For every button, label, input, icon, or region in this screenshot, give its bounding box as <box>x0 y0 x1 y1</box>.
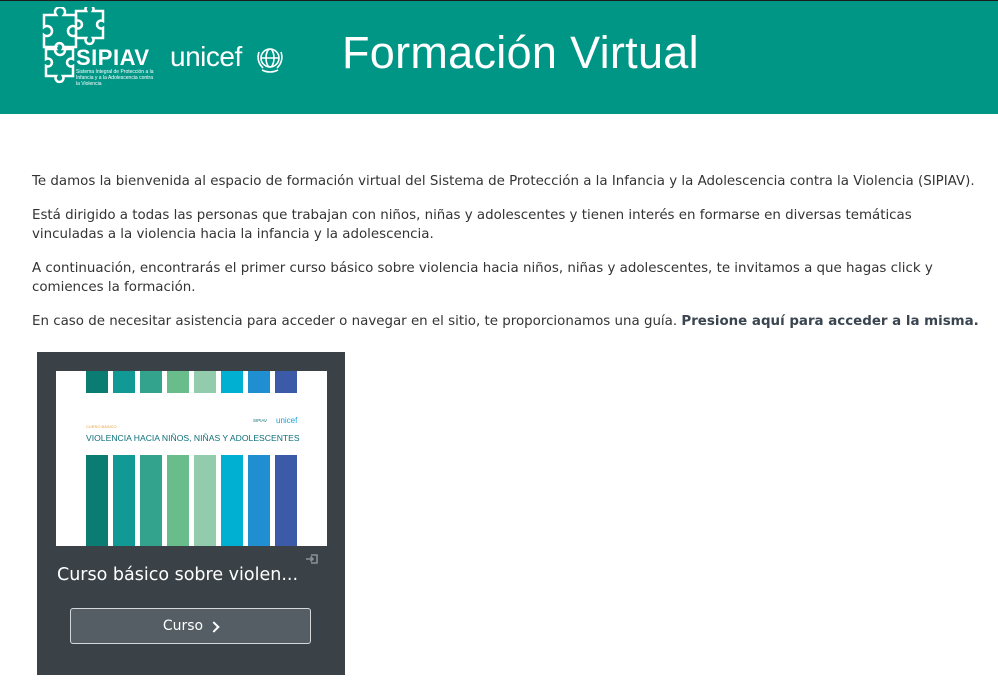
course-title[interactable]: Curso básico sobre violen... <box>57 565 298 585</box>
stripes-top <box>86 371 297 393</box>
chevron-right-icon <box>208 620 220 633</box>
enter-icon[interactable] <box>305 552 319 566</box>
intro-paragraph: Te damos la bienvenida al espacio de for… <box>32 174 975 189</box>
intro-paragraph-help: En caso de necesitar asistencia para acc… <box>32 312 984 331</box>
course-button[interactable]: Curso <box>70 608 311 644</box>
help-text: En caso de necesitar asistencia para acc… <box>32 314 678 329</box>
course-cover-graphic: CURSO BÁSICO VIOLENCIA HACIA NIÑOS, NIÑA… <box>86 371 300 546</box>
cover-stripe-bottom <box>167 455 189 546</box>
unicef-globe-icon <box>257 48 283 73</box>
cover-stripe-top <box>275 371 297 393</box>
partner-name: unicef <box>170 41 242 72</box>
cover-stripe-bottom <box>86 455 108 546</box>
course-image[interactable]: CURSO BÁSICO VIOLENCIA HACIA NIÑOS, NIÑA… <box>56 371 327 546</box>
cover-kicker: CURSO BÁSICO <box>86 424 117 429</box>
intro-text: Te damos la bienvenida al espacio de for… <box>32 172 984 346</box>
brand-subtitle: Sistema Integral de Protección a la Infa… <box>76 69 154 87</box>
cover-logo-unicef: unicef <box>276 416 298 425</box>
cover-stripe-top <box>113 371 135 393</box>
cover-stripe-top <box>221 371 243 393</box>
guide-link[interactable]: Presione aquí para acceder a la misma. <box>681 314 978 329</box>
cover-stripe-bottom <box>221 455 243 546</box>
cover-stripe-bottom <box>275 455 297 546</box>
cover-stripe-bottom <box>194 455 216 546</box>
cover-stripe-top <box>86 371 108 393</box>
cover-stripe-top <box>140 371 162 393</box>
cover-headline: VIOLENCIA HACIA NIÑOS, NIÑAS Y ADOLESCEN… <box>86 433 300 443</box>
cover-stripe-top <box>167 371 189 393</box>
cover-logo-sipiav: SIPIAV <box>253 418 267 423</box>
cover-stripe-bottom <box>140 455 162 546</box>
intro-paragraph: A continuación, encontrarás el primer cu… <box>32 261 933 295</box>
course-button-label: Curso <box>162 618 204 634</box>
site-header: SIPIAV Sistema Integral de Protección a … <box>0 0 998 114</box>
brand-name: SIPIAV <box>76 45 150 70</box>
cover-stripe-bottom <box>113 455 135 546</box>
page-title: Formación Virtual <box>342 27 699 78</box>
cover-stripe-top <box>194 371 216 393</box>
course-card[interactable]: CURSO BÁSICO VIOLENCIA HACIA NIÑOS, NIÑA… <box>37 352 345 675</box>
cover-stripe-bottom <box>248 455 270 546</box>
stripes-bottom <box>86 455 297 546</box>
cover-stripe-top <box>248 371 270 393</box>
intro-paragraph: Está dirigido a todas las personas que t… <box>32 208 912 242</box>
